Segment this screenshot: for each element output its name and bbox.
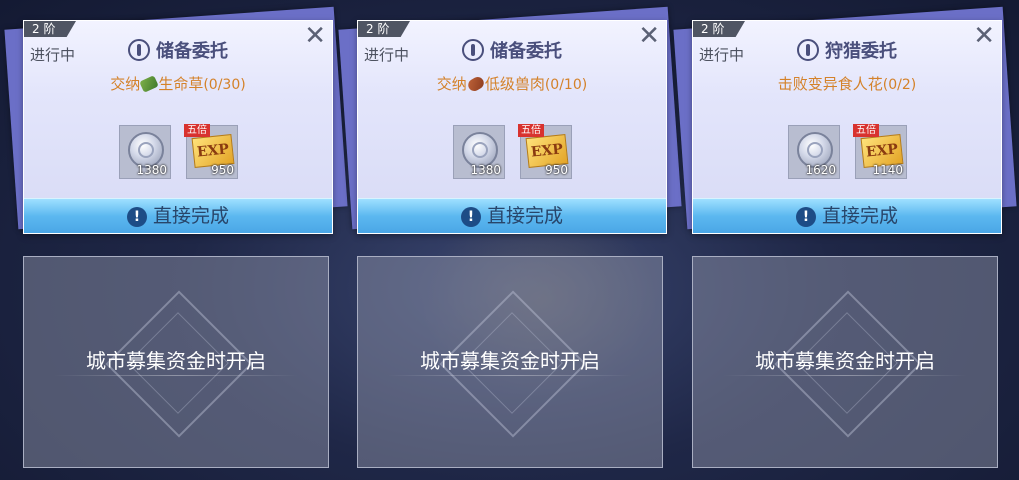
complete-now-button[interactable]: ! 直接完成 xyxy=(24,198,332,233)
quest-emblem-icon xyxy=(128,39,150,61)
exclamation-icon: ! xyxy=(126,207,147,227)
locked-slot: 城市募集资金时开启 xyxy=(23,256,329,468)
locked-slot: 城市募集资金时开启 xyxy=(357,256,663,468)
task-description: 击败变异食人花(0/2) xyxy=(777,75,917,93)
locked-text: 城市募集资金时开启 xyxy=(86,349,266,373)
task-progress: (0/30) xyxy=(203,77,246,93)
quest-column-2: 2 阶 进行中 储备委托 ✕ 交纳 低级兽肉(0/10) 1380 EXP 五倍 … xyxy=(338,0,682,480)
divider xyxy=(723,375,967,376)
quest-title: 储备委托 xyxy=(24,37,332,63)
close-icon[interactable]: ✕ xyxy=(638,23,660,49)
reward-quantity: 1620 xyxy=(805,163,836,177)
locked-text: 城市募集资金时开启 xyxy=(420,349,600,373)
multiplier-badge: 五倍 xyxy=(853,124,879,137)
reward-slot[interactable]: 1380 xyxy=(119,125,171,179)
complete-now-button[interactable]: ! 直接完成 xyxy=(358,198,666,233)
reward-quantity: 950 xyxy=(545,163,568,177)
reward-quantity: 1380 xyxy=(470,163,501,177)
reward-quantity: 950 xyxy=(211,163,234,177)
locked-slot: 城市募集资金时开启 xyxy=(692,256,998,468)
close-icon[interactable]: ✕ xyxy=(304,23,326,49)
quest-column-1: 2 阶 进行中 储备委托 ✕ 交纳 生命草(0/30) 1380 EXP 五倍 9… xyxy=(4,0,348,480)
divider xyxy=(54,375,298,376)
tier-badge: 2 阶 xyxy=(358,21,410,37)
quest-column-3: 2 阶 进行中 狩猎委托 ✕ 击败变异食人花(0/2) 1620 EXP 五倍 … xyxy=(673,0,1017,480)
quest-card[interactable]: 2 阶 进行中 储备委托 ✕ 交纳 生命草(0/30) 1380 EXP 五倍 9… xyxy=(23,20,333,234)
tier-badge: 2 阶 xyxy=(24,21,76,37)
quest-emblem-icon xyxy=(797,39,819,61)
quest-title: 狩猎委托 xyxy=(693,37,1001,63)
reward-slot[interactable]: EXP 五倍 1140 xyxy=(853,124,907,179)
task-description: 交纳 生命草(0/30) xyxy=(110,75,246,93)
reward-list: 1620 EXP 五倍 1140 xyxy=(693,124,1001,181)
task-progress: (0/2) xyxy=(882,77,917,93)
task-description: 交纳 低级兽肉(0/10) xyxy=(436,74,588,94)
reward-slot[interactable]: 1620 xyxy=(788,125,840,179)
reward-list: 1380 EXP 五倍 950 xyxy=(24,124,332,181)
close-icon[interactable]: ✕ xyxy=(973,23,995,49)
task-progress: (0/10) xyxy=(544,77,588,93)
exclamation-icon: ! xyxy=(460,207,481,227)
divider xyxy=(388,375,632,376)
reward-slot[interactable]: 1380 xyxy=(453,125,505,179)
multiplier-badge: 五倍 xyxy=(518,124,544,137)
quest-title: 储备委托 xyxy=(358,37,666,63)
reward-slot[interactable]: EXP 五倍 950 xyxy=(184,124,238,179)
reward-quantity: 1380 xyxy=(136,163,167,177)
quest-card[interactable]: 2 阶 进行中 储备委托 ✕ 交纳 低级兽肉(0/10) 1380 EXP 五倍 … xyxy=(357,20,667,234)
tier-badge: 2 阶 xyxy=(693,21,745,37)
reward-slot[interactable]: EXP 五倍 950 xyxy=(518,124,572,179)
reward-list: 1380 EXP 五倍 950 xyxy=(358,124,666,181)
reward-quantity: 1140 xyxy=(872,163,903,177)
quest-emblem-icon xyxy=(462,39,484,61)
quest-card[interactable]: 2 阶 进行中 狩猎委托 ✕ 击败变异食人花(0/2) 1620 EXP 五倍 … xyxy=(692,20,1002,234)
exclamation-icon: ! xyxy=(795,207,816,227)
complete-now-button[interactable]: ! 直接完成 xyxy=(693,198,1001,233)
herb-icon xyxy=(139,75,160,93)
locked-text: 城市募集资金时开启 xyxy=(755,349,935,373)
meat-icon xyxy=(465,74,486,94)
multiplier-badge: 五倍 xyxy=(184,124,210,137)
